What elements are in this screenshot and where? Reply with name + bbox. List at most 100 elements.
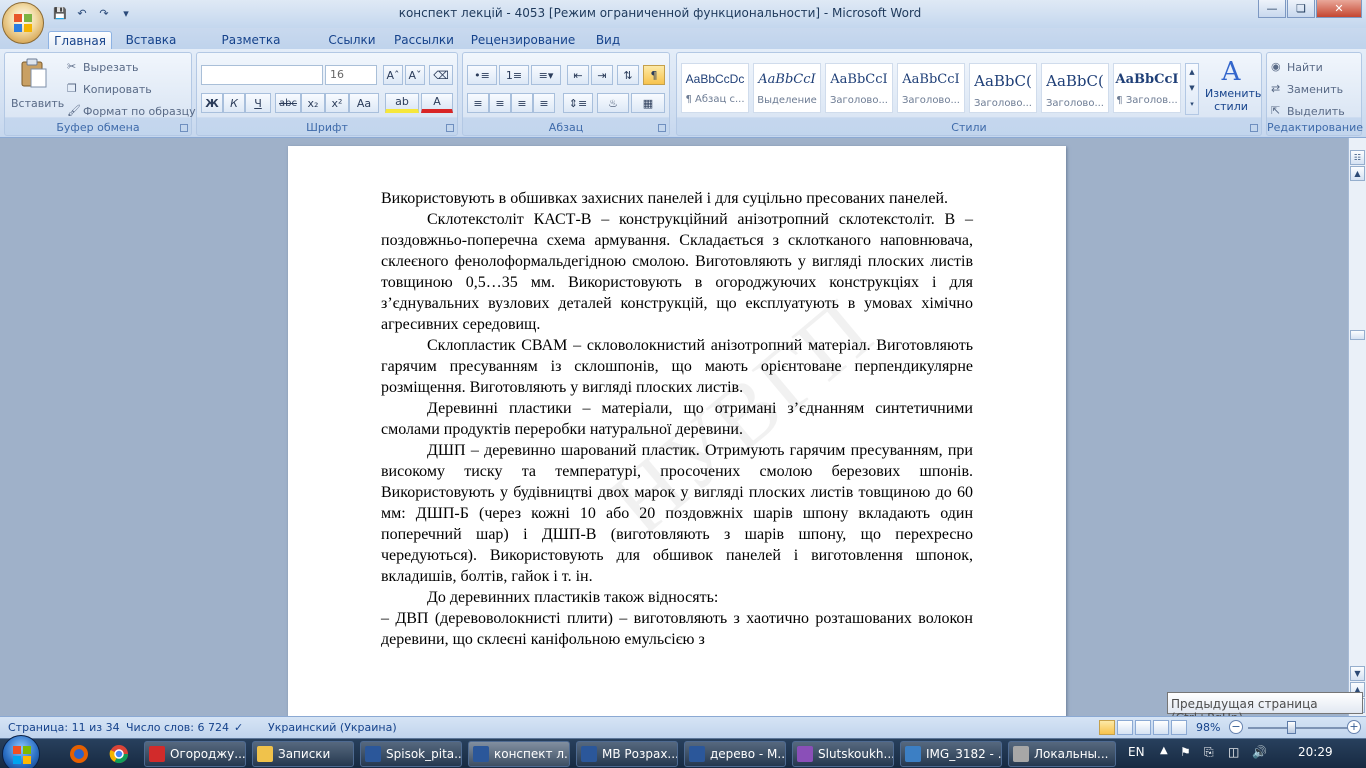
bullets-icon[interactable]: •≡ [467,65,497,85]
device-icon[interactable]: ⎘ [1204,745,1214,760]
borders-icon[interactable]: ▦ [631,93,665,113]
font-size-combo[interactable]: 16 [325,65,377,85]
taskbar-button[interactable]: Огороджу... [144,741,246,767]
document-page[interactable]: НУВГП Використовують в обшивках захисних… [288,146,1066,716]
tab-review[interactable]: Рецензирование [468,31,578,49]
replace-button[interactable]: ⇄ Заменить [1271,81,1359,99]
taskbar-button[interactable]: МВ Розрах... [576,741,678,767]
change-case-button[interactable]: Aa [349,93,379,113]
outline-icon[interactable] [1153,720,1169,735]
styles-expand-icon[interactable] [1250,124,1258,132]
scroll-thumb[interactable] [1350,330,1365,340]
superscript-button[interactable]: x² [325,93,349,113]
styles-scroll-arrows[interactable]: ▲ ▼ ▾ [1185,63,1199,115]
paragraph-expand-icon[interactable] [658,124,666,132]
strikethrough-button[interactable]: abc [275,93,301,113]
document-paragraph[interactable]: – ДВП (деревоволокнисті плити) – виготов… [381,608,973,650]
tab-mailings[interactable]: Рассылки [390,31,458,49]
style-item-heading-1[interactable]: AaBbCcI Заголово... [825,63,893,113]
network-icon[interactable]: ◫ [1228,745,1239,759]
multilevel-list-icon[interactable]: ≡▾ [531,65,561,85]
show-formatting-icon[interactable]: ¶ [643,65,665,85]
document-paragraph[interactable]: Склотекстоліт КАСТ-В – конструкційний ан… [381,209,973,335]
document-paragraph[interactable]: До деревинних пластиків також відносять: [381,587,973,608]
tab-references[interactable]: Ссылки [322,31,382,49]
style-item-heading-2[interactable]: AaBbCcI Заголово... [897,63,965,113]
subscript-button[interactable]: x₂ [301,93,325,113]
style-item-heading-4[interactable]: AaBbC( Заголово... [1041,63,1109,113]
spellcheck-icon[interactable]: ✓ [234,721,243,734]
minimize-button[interactable]: — [1258,0,1286,18]
bold-button[interactable]: Ж [201,93,223,113]
document-paragraph[interactable]: Використовують в обшивках захисних панел… [381,188,973,209]
italic-button[interactable]: К [223,93,245,113]
print-layout-icon[interactable] [1099,720,1115,735]
underline-button[interactable]: Ч [245,93,271,113]
zoom-in-icon[interactable]: + [1347,720,1361,734]
ruler-toggle-icon[interactable]: ☷ [1350,150,1365,165]
sort-icon[interactable]: ⇅ [617,65,639,85]
taskbar-button[interactable]: дерево - М... [684,741,786,767]
tray-expand-icon[interactable]: ▲ [1160,745,1168,756]
change-styles-button[interactable]: A Изменить стили [1203,57,1261,119]
language-indicator[interactable]: Украинский (Украина) [268,721,397,734]
find-button[interactable]: ◉ Найти [1271,59,1359,77]
action-center-icon[interactable]: ⚑ [1180,745,1191,759]
document-paragraph[interactable]: Деревинні пластики – матеріали, що отрим… [381,398,973,440]
font-expand-icon[interactable] [446,124,454,132]
tab-insert[interactable]: Вставка [120,31,182,49]
numbering-icon[interactable]: 1≡ [499,65,529,85]
increase-indent-icon[interactable]: ⇥ [591,65,613,85]
align-center-icon[interactable]: ≡ [489,93,511,113]
clear-format-icon[interactable]: ⌫ [429,65,453,85]
web-layout-icon[interactable] [1135,720,1151,735]
scroll-up-icon[interactable]: ▲ [1350,166,1365,181]
zoom-slider-track[interactable] [1248,727,1348,729]
taskbar-button[interactable]: IMG_3182 - ... [900,741,1002,767]
tab-page-layout[interactable]: Разметка страницы [190,31,312,61]
style-item-normal-indent[interactable]: AaBbCcDc ¶ Абзац с... [681,63,749,113]
taskbar-button[interactable]: Локальны... [1008,741,1116,767]
format-painter-button[interactable]: 🖌 Формат по образцу [65,103,196,121]
maximize-button[interactable]: ❏ [1287,0,1315,18]
save-icon[interactable]: 💾 [52,5,68,21]
firefox-icon[interactable] [66,742,92,766]
taskbar-button[interactable]: Записки [252,741,354,767]
taskbar-button[interactable]: конспект л... [468,741,570,767]
style-item-heading-3[interactable]: AaBbC( Заголово... [969,63,1037,113]
zoom-out-icon[interactable]: − [1229,720,1243,734]
start-button[interactable] [2,735,40,768]
taskbar-button[interactable]: Spisok_pita... [360,741,462,767]
font-name-combo[interactable] [201,65,323,85]
page-count[interactable]: Страница: 11 из 34 [8,721,120,734]
tab-home[interactable]: Главная [48,31,112,49]
office-button[interactable] [2,2,44,44]
full-screen-reading-icon[interactable] [1117,720,1133,735]
clock[interactable]: 20:29 [1298,745,1333,759]
vertical-scrollbar[interactable]: ☷ ▲ ▼ ▲ ● [1348,138,1366,716]
document-paragraph[interactable]: Склопластик СВАМ – скловолокнистий анізо… [381,335,973,398]
volume-icon[interactable]: 🔊 [1252,745,1267,759]
chrome-icon[interactable] [106,742,132,766]
undo-icon[interactable]: ↶ [74,5,90,21]
style-item-heading-5[interactable]: AaBbCcI ¶ Заголов... [1113,63,1181,113]
document-paragraph[interactable]: ДШП – деревинно шарований пластик. Отрим… [381,440,973,587]
redo-icon[interactable]: ↷ [96,5,112,21]
zoom-level[interactable]: 98% [1196,721,1220,734]
customize-icon[interactable]: ▾ [118,5,134,21]
justify-icon[interactable]: ≡ [533,93,555,113]
decrease-indent-icon[interactable]: ⇤ [567,65,589,85]
grow-font-icon[interactable]: Aˆ [383,65,403,85]
shrink-font-icon[interactable]: Aˇ [405,65,425,85]
select-button[interactable]: ⇱ Выделить [1271,103,1359,121]
close-button[interactable]: ✕ [1316,0,1362,18]
scroll-down-icon[interactable]: ▼ [1350,666,1365,681]
align-left-icon[interactable]: ≡ [467,93,489,113]
taskbar-button[interactable]: Slutskoukh... [792,741,894,767]
align-right-icon[interactable]: ≡ [511,93,533,113]
highlight-icon[interactable]: ab [385,93,419,113]
paste-button[interactable]: Вставить [11,57,64,119]
draft-icon[interactable] [1171,720,1187,735]
copy-button[interactable]: ❐ Копировать [65,81,185,99]
clipboard-expand-icon[interactable] [180,124,188,132]
